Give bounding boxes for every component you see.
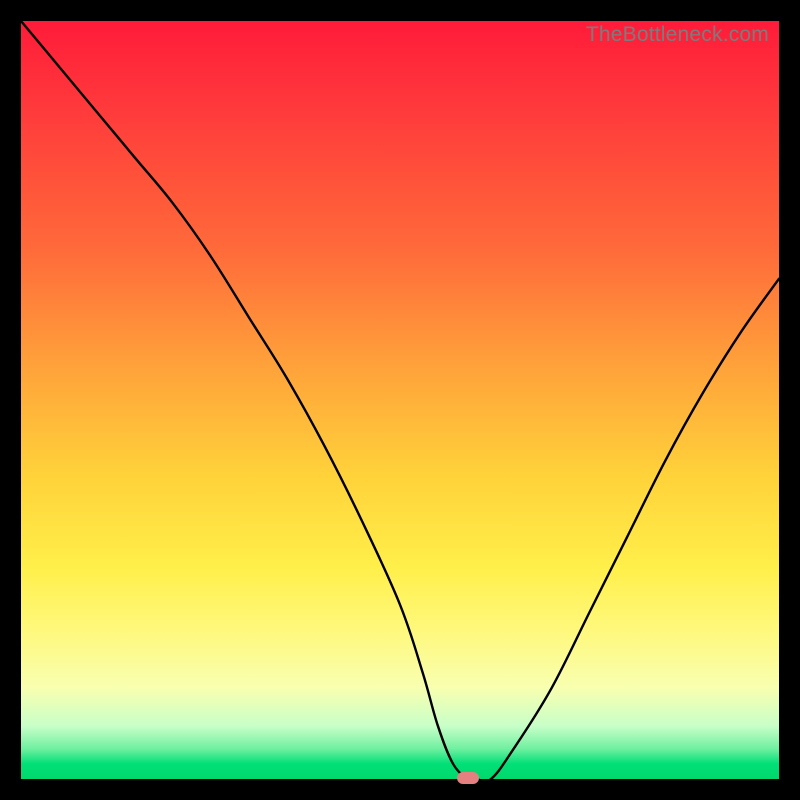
plot-area: TheBottleneck.com xyxy=(21,21,779,779)
chart-frame: TheBottleneck.com xyxy=(0,0,800,800)
optimal-point-marker xyxy=(457,772,479,784)
bottleneck-curve xyxy=(21,21,779,779)
